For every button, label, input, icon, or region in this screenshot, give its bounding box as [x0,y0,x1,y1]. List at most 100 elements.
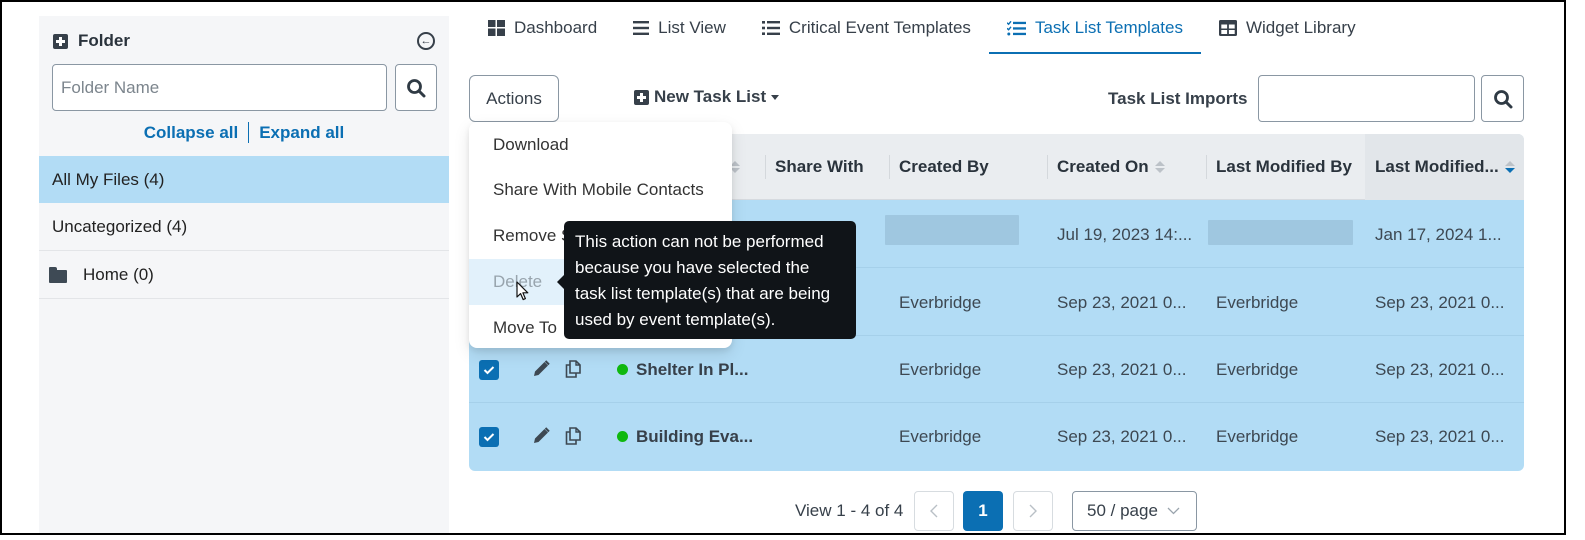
links-divider [248,122,250,143]
bulleted-list-icon [761,21,780,35]
imports-search-button[interactable] [1481,75,1524,122]
cell-last-modified: Jan 17, 2024 1... [1375,224,1502,244]
column-divider [889,155,890,179]
edit-icon[interactable] [530,425,552,447]
column-label: Share With [775,157,864,176]
checklist-icon [1006,20,1026,36]
chevron-right-icon [1029,504,1037,518]
folder-list: All My Files (4) Uncategorized (4) Home … [39,156,449,299]
add-folder-icon[interactable] [53,33,68,49]
search-icon [1493,89,1512,108]
tab-label: List View [658,18,726,37]
cell-created-by: Everbridge [899,359,982,379]
cell-created-on: Sep 23, 2021 0... [1057,426,1187,446]
search-icon [407,78,426,97]
edit-icon[interactable] [530,358,552,380]
collapse-sidebar-icon[interactable]: ← [417,32,435,50]
task-list-imports-input[interactable] [1258,75,1475,122]
cell-name[interactable]: Building Eva... [617,403,753,470]
cell-last-modified: Sep 23, 2021 0... [1375,292,1505,312]
folder-sidebar: Folder ← Collapse all Expand all All My … [39,16,449,533]
prev-page-button[interactable] [914,491,954,531]
row-checkbox[interactable] [479,427,499,447]
mouse-cursor-icon [516,281,529,301]
column-divider [765,155,766,179]
plus-square-icon [634,89,649,105]
cell-last-modified-by: Everbridge [1216,359,1299,379]
table-icon [1218,20,1237,36]
page-size-select[interactable]: 50 / page [1072,491,1197,531]
sidebar-item-label: All My Files (4) [52,169,165,189]
copy-icon[interactable] [562,358,584,380]
cell-last-modified: Sep 23, 2021 0... [1375,426,1505,446]
tab-label: Dashboard [514,18,598,37]
sidebar-header: Folder ← [53,30,435,52]
tab-label: Widget Library [1245,18,1356,37]
tab-critical-event-templates[interactable]: Critical Event Templates [744,2,989,54]
main-tabs: Dashboard List View Critical Event Templ… [470,2,1374,56]
template-name[interactable]: Shelter In Pl... [636,360,748,380]
sidebar-item-label: Home (0) [83,264,154,284]
column-header-last-modified-by: Last Modified By [1206,134,1353,200]
cell-last-modified-by: Everbridge [1216,292,1299,312]
cell-created-by: Everbridge [899,292,982,312]
column-label: Last Modified... [1375,157,1499,176]
delete-disabled-tooltip: This action can not be performed because… [557,221,856,339]
cell-created-on: Sep 23, 2021 0... [1057,359,1187,379]
new-task-list-button[interactable]: New Task List [634,87,780,107]
folder-icon [49,266,67,283]
sidebar-item-uncategorized[interactable]: Uncategorized (4) [39,203,449,251]
actions-button[interactable]: Actions [469,75,559,122]
tab-dashboard[interactable]: Dashboard [470,2,615,54]
folder-search-input[interactable] [52,64,387,111]
menu-item-download[interactable]: Download [469,122,732,167]
column-label: Last Modified By [1216,157,1353,176]
caret-down-icon [771,94,780,100]
table-row[interactable]: Building Eva... Everbridge Sep 23, 2021 … [469,403,1524,470]
page-button-current[interactable]: 1 [963,491,1003,531]
cell-created-by: Everbridge [899,426,982,446]
collapse-all-link[interactable]: Collapse all [144,123,238,143]
redacted-created-by [885,215,1019,245]
row-checkbox[interactable] [479,360,499,380]
expand-all-link[interactable]: Expand all [259,123,344,143]
column-header-created-by: Created By [889,134,989,200]
tab-widget-library[interactable]: Widget Library [1201,2,1374,54]
template-name[interactable]: Building Eva... [636,427,753,447]
menu-item-share-with-mobile-contacts[interactable]: Share With Mobile Contacts [469,167,732,213]
new-task-list-label: New Task List [654,87,767,106]
column-header-created-on[interactable]: Created On [1047,134,1165,200]
tree-controls: Collapse all Expand all [39,122,449,143]
cell-last-modified-by: Everbridge [1216,426,1299,446]
column-header-share-with: Share With [765,134,864,200]
sidebar-item-all-my-files[interactable]: All My Files (4) [39,156,449,203]
column-label: Created By [899,157,989,176]
task-list-imports-label: Task List Imports [1108,89,1248,108]
chevron-down-icon [1167,507,1180,515]
cell-created-on: Jul 19, 2023 14:... [1057,224,1193,244]
app-viewport: Folder ← Collapse all Expand all All My … [0,0,1566,535]
grid-icon [488,20,505,36]
list-icon [633,21,650,35]
column-label: Created On [1057,157,1149,176]
column-header-last-modified[interactable]: Last Modified... [1365,134,1524,200]
pagination-summary: View 1 - 4 of 4 [795,501,904,520]
sidebar-item-label: Uncategorized (4) [52,216,188,236]
cell-created-on: Sep 23, 2021 0... [1057,292,1187,312]
sort-descending-icon[interactable] [1504,161,1515,173]
page-size-value: 50 / page [1087,501,1158,520]
chevron-left-icon [930,504,938,518]
tab-label: Critical Event Templates [788,18,971,37]
sidebar-item-home[interactable]: Home (0) [39,251,449,299]
redacted-last-modified-by [1208,220,1353,245]
status-active-icon [617,431,628,442]
column-divider [1047,155,1048,179]
sort-icon[interactable] [1154,161,1165,173]
folder-search-button[interactable] [395,64,437,111]
status-active-icon [617,364,628,375]
copy-icon[interactable] [562,425,584,447]
tab-list-view[interactable]: List View [615,2,744,54]
next-page-button[interactable] [1013,491,1053,531]
tab-task-list-templates[interactable]: Task List Templates [988,2,1201,54]
column-divider [1206,155,1207,179]
